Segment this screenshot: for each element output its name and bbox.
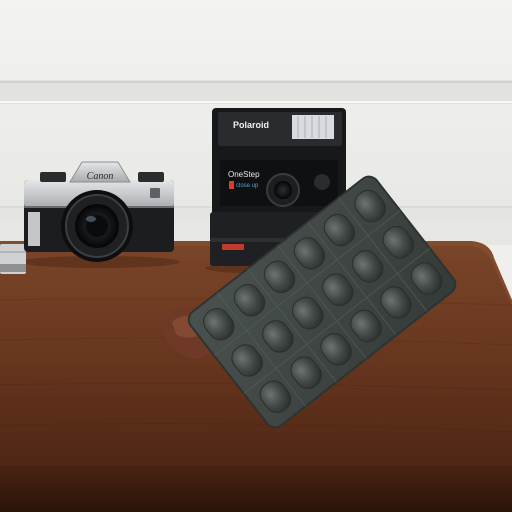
card-stack <box>0 244 26 274</box>
table-edge <box>0 466 512 512</box>
polaroid-submodel-label: close up <box>236 183 259 189</box>
canon-camera: Canon <box>24 161 174 262</box>
photo-scene: Canon Polaroid OneStep close up <box>0 0 512 512</box>
wall-molding <box>0 80 512 104</box>
canon-brand-label: Canon <box>87 171 114 182</box>
polaroid-brand-label: Polaroid <box>233 120 269 130</box>
polaroid-model-label: OneStep <box>228 170 260 179</box>
